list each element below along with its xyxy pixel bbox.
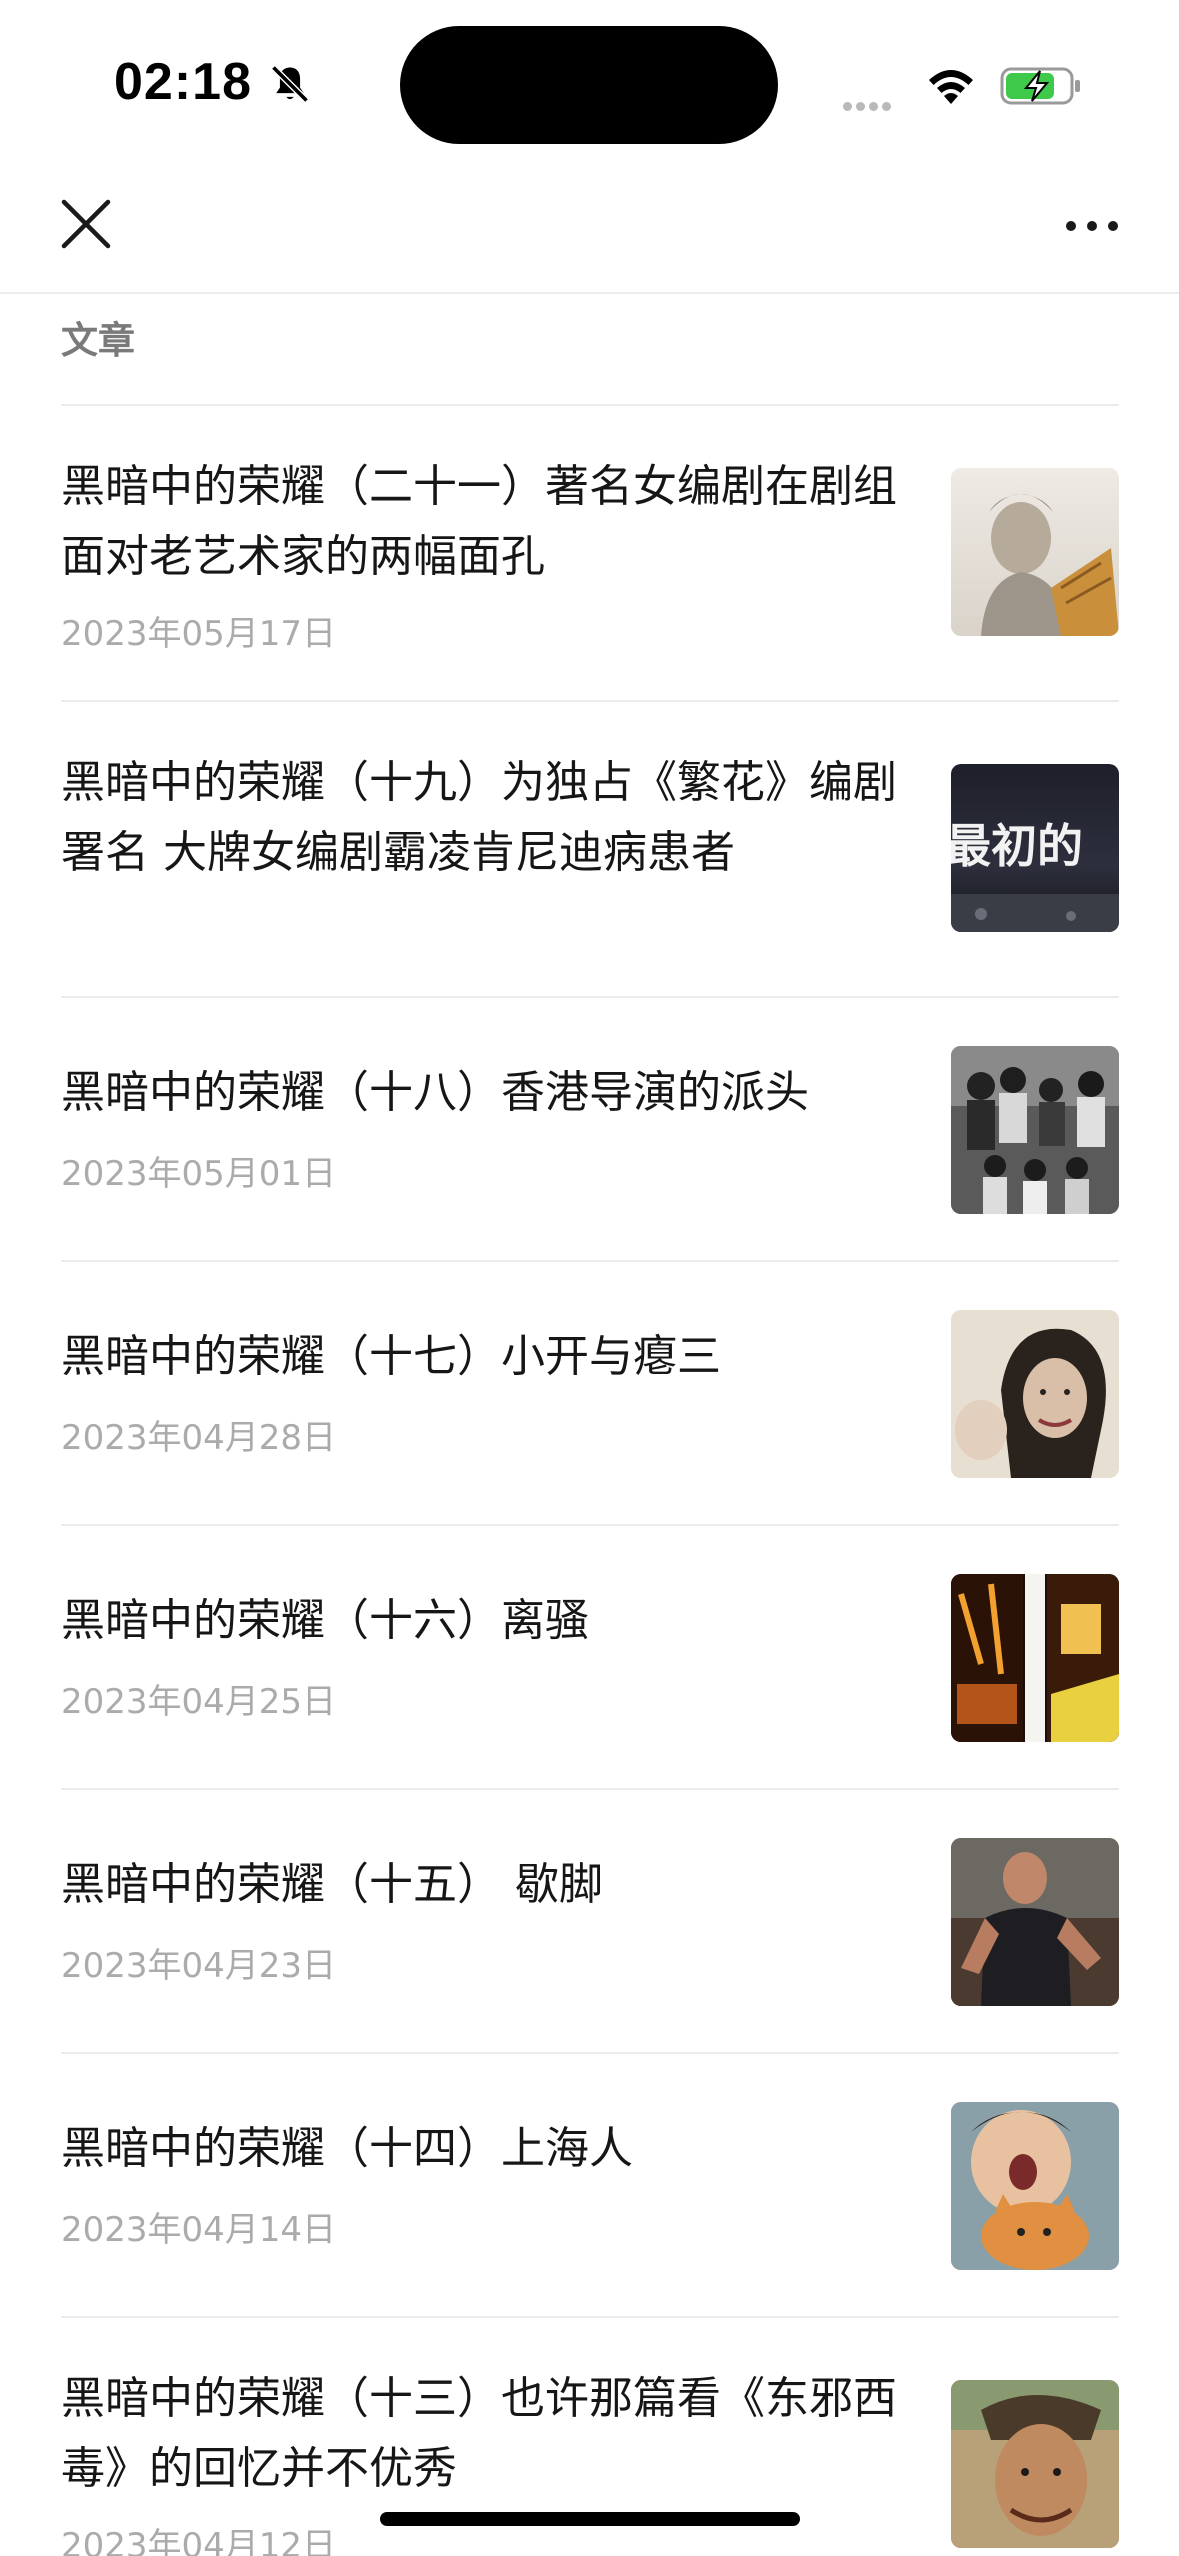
- article-item[interactable]: 黑暗中的荣耀（十四）上海人 2023年04月14日: [61, 2054, 1119, 2318]
- article-item[interactable]: 黑暗中的荣耀（十六）离骚 2023年04月25日: [61, 1526, 1119, 1790]
- article-thumbnail[interactable]: [951, 2380, 1119, 2548]
- article-thumbnail[interactable]: [951, 468, 1119, 636]
- battery-charging-icon: [1000, 67, 1080, 105]
- section-label: 文章: [61, 319, 135, 362]
- article-item[interactable]: 黑暗中的荣耀（十五） 歇脚 2023年04月23日: [61, 1790, 1119, 2054]
- nav-bar: [0, 170, 1179, 294]
- thumbnail-text: 最初的: [951, 819, 1083, 873]
- bell-muted-icon: [271, 65, 309, 103]
- article-date: 2023年04月14日: [61, 2210, 337, 2250]
- article-thumbnail[interactable]: [951, 1838, 1119, 2006]
- article-thumbnail[interactable]: [951, 2102, 1119, 2270]
- article-date: 2023年04月23日: [61, 1946, 337, 1986]
- article-date: 2023年04月12日: [61, 2526, 337, 2556]
- status-time: 02:18: [114, 53, 252, 111]
- article-date: 2023年05月01日: [61, 1154, 337, 1194]
- article-item[interactable]: 黑暗中的荣耀（十九）为独占《繁花》编剧署名 大牌女编剧霸凌肯尼迪病患者 最初的: [61, 702, 1119, 998]
- home-indicator[interactable]: [380, 2512, 800, 2526]
- article-item[interactable]: 黑暗中的荣耀（二十一）著名女编剧在剧组面对老艺术家的两幅面孔 2023年05月1…: [61, 406, 1119, 702]
- article-thumbnail[interactable]: [951, 1310, 1119, 1478]
- article-title[interactable]: 黑暗中的荣耀（二十一）著名女编剧在剧组面对老艺术家的两幅面孔: [61, 452, 921, 592]
- article-date: 2023年05月17日: [61, 614, 337, 654]
- article-list: 黑暗中的荣耀（二十一）著名女编剧在剧组面对老艺术家的两幅面孔 2023年05月1…: [0, 406, 1179, 2556]
- article-title[interactable]: 黑暗中的荣耀（十六）离骚: [61, 1586, 921, 1656]
- wifi-icon: [929, 70, 973, 104]
- dynamic-island: [400, 26, 778, 144]
- article-title[interactable]: 黑暗中的荣耀（十九）为独占《繁花》编剧署名 大牌女编剧霸凌肯尼迪病患者: [61, 748, 921, 888]
- article-title[interactable]: 黑暗中的荣耀（十四）上海人: [61, 2114, 921, 2184]
- status-bar: 02:18: [0, 0, 1179, 170]
- article-title[interactable]: 黑暗中的荣耀（十三）也许那篇看《东邪西毒》的回忆并不优秀: [61, 2364, 921, 2504]
- article-thumbnail[interactable]: [951, 1046, 1119, 1214]
- close-icon[interactable]: [58, 196, 114, 252]
- article-thumbnail[interactable]: 最初的: [951, 764, 1119, 932]
- article-title[interactable]: 黑暗中的荣耀（十五） 歇脚: [61, 1850, 921, 1920]
- more-icon[interactable]: [1060, 210, 1124, 240]
- article-title[interactable]: 黑暗中的荣耀（十八）香港导演的派头: [61, 1058, 921, 1128]
- article-thumbnail[interactable]: [951, 1574, 1119, 1742]
- article-item[interactable]: 黑暗中的荣耀（十八）香港导演的派头 2023年05月01日: [61, 998, 1119, 1262]
- cellular-signal-icon: [843, 96, 895, 115]
- article-title[interactable]: 黑暗中的荣耀（十七）小开与瘪三: [61, 1322, 921, 1392]
- article-date: 2023年04月28日: [61, 1418, 337, 1458]
- article-item[interactable]: 黑暗中的荣耀（十七）小开与瘪三 2023年04月28日: [61, 1262, 1119, 1526]
- article-date: 2023年04月25日: [61, 1682, 337, 1722]
